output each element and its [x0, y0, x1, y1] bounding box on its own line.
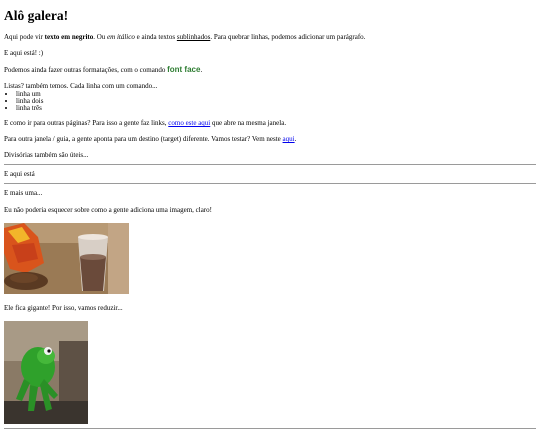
intro-text-1: Aqui pode vir — [4, 33, 45, 41]
bold-text: texto em negrito — [44, 33, 94, 41]
lists-intro: Listas? também temos. Cada linha com um … — [4, 82, 158, 90]
intro-paragraph: Aqui pode vir texto em negrito. Ou em it… — [4, 33, 536, 42]
list-item: linha três — [16, 105, 536, 112]
page-title: Alô galera! — [4, 8, 69, 23]
chocolate-drink-picture — [4, 223, 129, 294]
list-item: linha dois — [16, 98, 536, 105]
font-face-text: font face — [167, 65, 201, 74]
italic-text: em itálico — [107, 33, 135, 41]
intro-text-2: . Ou — [93, 33, 108, 41]
chocolate-drink-image — [4, 223, 129, 294]
dividers-text: Divisórias também são úteis... — [4, 151, 89, 159]
image-intro: Eu não poderia esquecer sobre como a gen… — [4, 206, 212, 214]
here-it-is-text: E aqui está — [4, 170, 35, 178]
giant-text: Ele fica gigante! Por isso, vamos reduzi… — [4, 304, 123, 312]
target-paragraph: Para outra janela / guia, a gente aponta… — [4, 135, 536, 144]
same-window-link[interactable]: como este aqui — [168, 119, 210, 127]
intro-text-3: e ainda textos — [134, 33, 177, 41]
and-more-text: E mais uma... — [4, 189, 43, 197]
new-window-link[interactable]: aqui — [283, 135, 295, 143]
underlined-text: sublinhados — [176, 33, 211, 41]
links-paragraph: E como ir para outras páginas? Para isso… — [4, 119, 536, 128]
intro-text-4: . Para quebrar linhas, podemos adicionar… — [210, 33, 366, 41]
formatting-end: . — [200, 66, 203, 74]
formatting-paragraph: Podemos ainda fazer outras formatações, … — [4, 65, 536, 75]
formatting-text: Podemos ainda fazer outras formatações, … — [4, 66, 168, 74]
kermit-picture — [4, 321, 88, 424]
links-text-2: que abre na mesma janela. — [210, 119, 287, 127]
list-item: linha um — [16, 91, 536, 98]
links-text-1: E como ir para outras páginas? Para isso… — [4, 119, 169, 127]
kermit-image — [4, 321, 88, 424]
target-text-1: Para outra janela / guia, a gente aponta… — [4, 135, 283, 143]
here-paragraph: E aqui está! :) — [4, 49, 44, 57]
list: linha um linha dois linha três — [4, 91, 536, 112]
divider — [4, 183, 536, 184]
page: Alô galera! Aqui pode vir texto em negri… — [0, 8, 540, 429]
target-text-2: . — [294, 135, 297, 143]
divider — [4, 164, 536, 165]
